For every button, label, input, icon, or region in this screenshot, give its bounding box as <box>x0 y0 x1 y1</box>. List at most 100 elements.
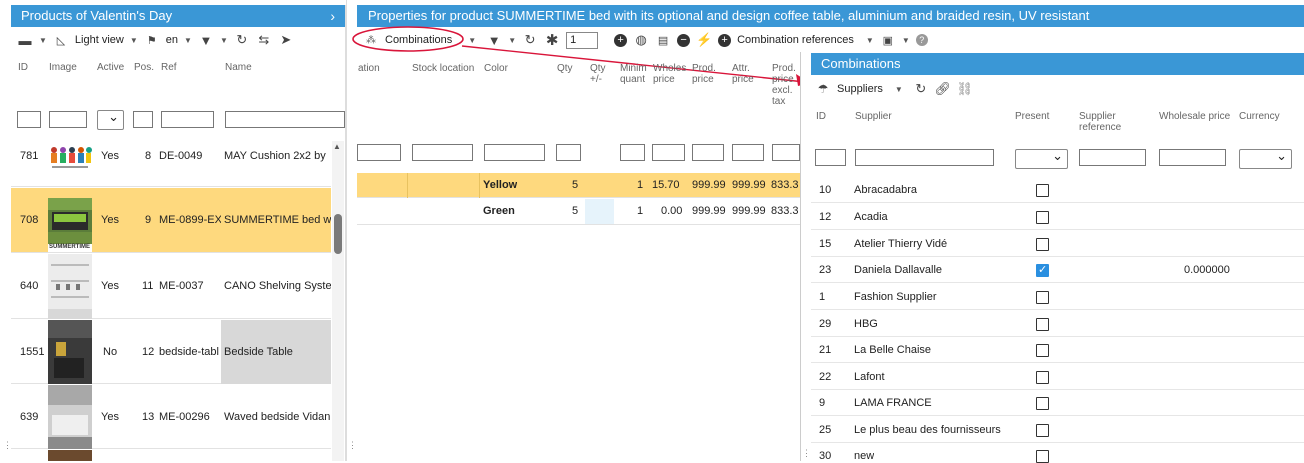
present-checkbox[interactable] <box>1036 318 1049 331</box>
chevron-down-icon[interactable]: ▼ <box>220 36 228 45</box>
column-header-image[interactable]: Image <box>49 62 77 73</box>
supplier-row[interactable]: 23 Daniela Dallavalle 0.000000 <box>811 257 1304 283</box>
column-header-wholesale-price[interactable]: Wholesale price <box>1159 111 1230 122</box>
ruler-icon[interactable]: ◺ <box>53 32 69 48</box>
filter-wholesale-price-input[interactable] <box>1159 149 1226 166</box>
filter-qty-input[interactable] <box>556 144 581 161</box>
table-row[interactable]: 639 Yes 13 ME-00296 Waved bedside Vidan <box>11 385 331 449</box>
column-header-supplier-reference[interactable]: Supplier reference <box>1079 111 1139 133</box>
filter-wholesale-input[interactable] <box>652 144 685 161</box>
splitter-handle-icon[interactable]: ⋮ <box>3 440 12 451</box>
column-header-location[interactable]: ation <box>358 63 380 74</box>
column-header-supplier-id[interactable]: ID <box>816 111 826 122</box>
filter-present-select[interactable] <box>1015 148 1068 169</box>
column-header-attr-price[interactable]: Attr. price <box>732 63 762 85</box>
filter-active-select[interactable] <box>97 109 124 130</box>
present-checkbox[interactable] <box>1036 291 1049 304</box>
filter-stock-location-input[interactable] <box>412 144 473 161</box>
filter-supplier-reference-input[interactable] <box>1079 149 1146 166</box>
column-header-present[interactable]: Present <box>1015 111 1049 122</box>
column-header-wholesale[interactable]: Wholes price <box>653 63 689 85</box>
view-selector[interactable]: Light view <box>75 34 124 46</box>
filter-supplier-input[interactable] <box>855 149 994 166</box>
supplier-icon[interactable]: ☂ <box>815 81 831 97</box>
chevron-right-icon[interactable]: › <box>330 5 335 27</box>
column-header-qty[interactable]: Qty <box>557 63 573 74</box>
language-selector[interactable]: en <box>166 34 178 46</box>
present-checkbox[interactable] <box>1036 397 1049 410</box>
filter-ref-input[interactable] <box>161 111 214 128</box>
filter-price-excl-input[interactable] <box>772 144 800 161</box>
supplier-row[interactable]: 15 Atelier Thierry Vidé <box>811 231 1304 257</box>
column-header-min-qty[interactable]: Minim quant <box>620 63 650 85</box>
column-header-color[interactable]: Color <box>484 63 508 74</box>
filter-image-input[interactable] <box>49 111 87 128</box>
column-header-price-excl[interactable]: Prod. price excl. tax <box>772 63 800 107</box>
link-icon[interactable]: 🔗︎ <box>935 81 952 97</box>
filter-id-input[interactable] <box>17 111 41 128</box>
filter-pos-input[interactable] <box>133 111 153 128</box>
chevron-down-icon[interactable]: ▼ <box>39 36 47 45</box>
chevron-down-icon[interactable]: ▼ <box>130 36 138 45</box>
unlink-icon[interactable]: ⛓︎ <box>957 81 974 97</box>
help-icon[interactable]: ? <box>915 34 928 46</box>
chevron-down-icon[interactable]: ▼ <box>902 36 910 45</box>
column-header-qty-delta[interactable]: Qty +/- <box>590 63 614 85</box>
column-header-name[interactable]: Name <box>225 62 252 73</box>
combination-row[interactable]: Green 5 1 0.00 999.99 999.99 833.3 <box>357 199 800 225</box>
filter-color-input[interactable] <box>484 144 545 161</box>
present-checkbox[interactable] <box>1036 238 1049 251</box>
column-header-currency[interactable]: Currency <box>1239 111 1280 122</box>
chevron-down-icon[interactable]: ▼ <box>895 85 903 94</box>
column-header-pos[interactable]: Pos. <box>134 62 154 73</box>
supplier-row[interactable]: 29 HBG <box>811 311 1304 337</box>
filter-min-qty-input[interactable] <box>620 144 645 161</box>
supplier-row[interactable]: 22 Lafont <box>811 364 1304 390</box>
present-checkbox[interactable] <box>1036 450 1049 463</box>
present-checkbox[interactable] <box>1036 184 1049 197</box>
column-header-prod-price[interactable]: Prod. price <box>692 63 728 85</box>
filter-location-input[interactable] <box>357 144 401 161</box>
sync-icon[interactable]: ⇆ <box>256 32 272 48</box>
cursor-icon[interactable]: ➤ <box>278 32 294 48</box>
supplier-row[interactable]: 12 Acadia <box>811 204 1304 230</box>
table-row[interactable]: 1551 No 12 bedside-tabl Bedside Table <box>11 320 331 384</box>
table-row[interactable]: 640 Yes 11 ME-0037 CANO Shelving Syste <box>11 254 331 319</box>
supplier-row[interactable]: 25 Le plus beau des fournisseurs <box>811 417 1304 443</box>
qty-delta-cell[interactable] <box>585 199 614 224</box>
supplier-row[interactable]: 21 La Belle Chaise <box>811 337 1304 363</box>
panel-splitter[interactable] <box>346 0 347 461</box>
filter-icon[interactable]: ▼ <box>198 32 214 48</box>
scroll-up-icon[interactable]: ▲ <box>333 142 341 151</box>
table-row[interactable]: 781 Yes 8 DE-0049 MAY Cushion 2x2 by <box>11 141 331 187</box>
chevron-down-icon[interactable]: ▼ <box>184 36 192 45</box>
column-header-ref[interactable]: Ref <box>161 62 177 73</box>
supplier-row[interactable]: 10 Abracadabra <box>811 177 1304 203</box>
combination-row-selected[interactable]: Yellow 5 1 15.70 999.99 999.99 833.3 <box>357 173 800 198</box>
column-header-supplier[interactable]: Supplier <box>855 111 892 122</box>
filter-name-input[interactable] <box>225 111 345 128</box>
filter-attr-price-input[interactable] <box>732 144 764 161</box>
splitter-handle-icon[interactable]: ⋮ <box>348 440 357 451</box>
column-header-active[interactable]: Active <box>97 62 124 73</box>
present-checkbox[interactable] <box>1036 424 1049 437</box>
flag-icon[interactable]: ⚑ <box>144 32 160 48</box>
present-checkbox[interactable] <box>1036 371 1049 384</box>
column-header-id[interactable]: ID <box>18 62 28 73</box>
table-row-selected[interactable]: 708 SUMMERTIME Yes 9 ME-0899-EX SUMMERTI… <box>11 188 331 253</box>
supplier-row[interactable]: 1 Fashion Supplier <box>811 284 1304 310</box>
supplier-row[interactable]: 9 LAMA FRANCE <box>811 390 1304 416</box>
scrollbar-thumb[interactable] <box>334 214 342 254</box>
column-header-stock-location[interactable]: Stock location <box>412 63 474 74</box>
filter-supplier-id-input[interactable] <box>815 149 846 166</box>
window-icon[interactable]: ▣ <box>880 32 896 48</box>
chevron-down-icon[interactable]: ▼ <box>866 36 874 45</box>
splitter-handle-icon[interactable]: ⋮ <box>802 448 811 459</box>
refresh-icon[interactable]: ↻ <box>913 81 929 97</box>
supplier-row[interactable]: 30 new <box>811 444 1304 463</box>
filter-currency-select[interactable] <box>1239 148 1292 169</box>
present-checkbox[interactable] <box>1036 211 1049 224</box>
filter-prod-price-input[interactable] <box>692 144 724 161</box>
refresh-icon[interactable]: ↻ <box>234 32 250 48</box>
layout-icon[interactable]: ▬ <box>17 32 33 48</box>
